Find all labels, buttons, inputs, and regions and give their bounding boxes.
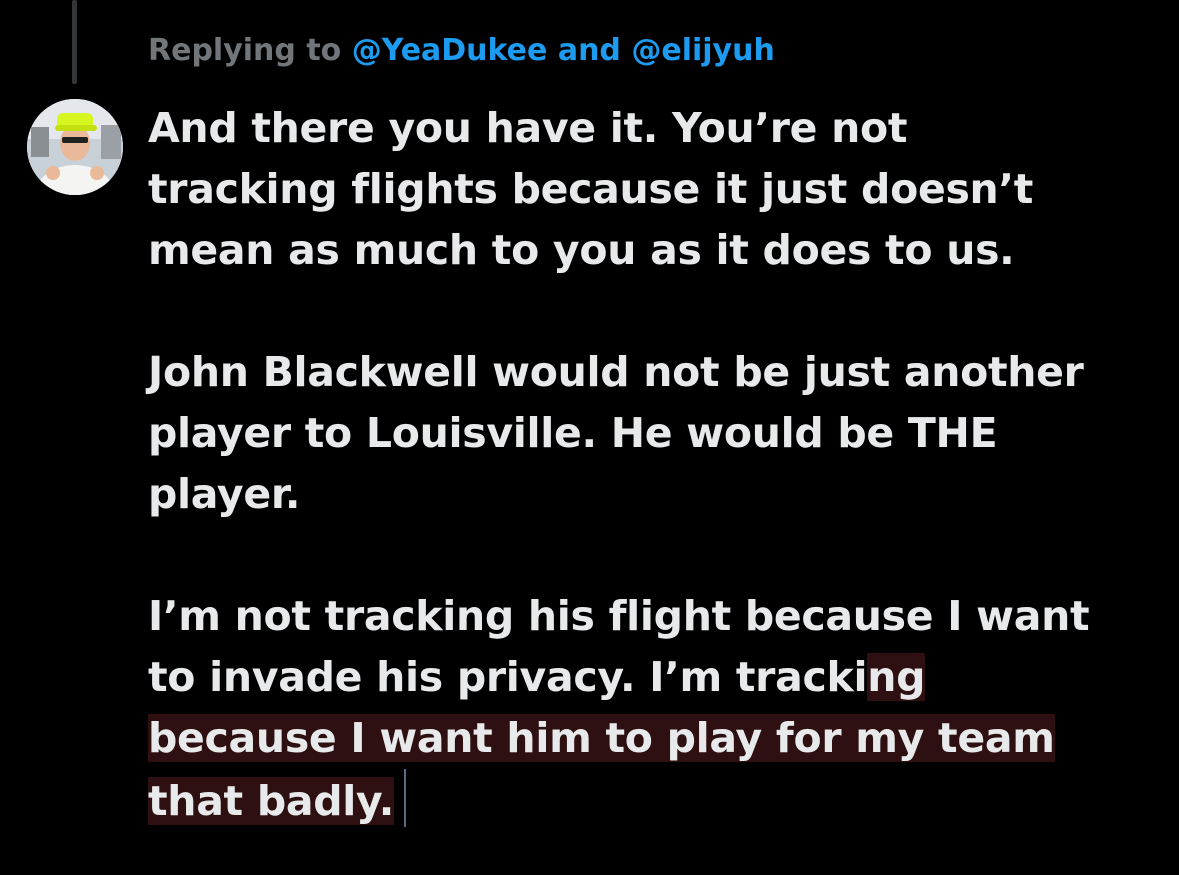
tweet-line: to invade his privacy. I’m tracking	[148, 647, 1158, 708]
replying-to-label: Replying to	[148, 33, 352, 68]
tweet-paragraph: I’m not tracking his flight because I wa…	[148, 586, 1158, 832]
tweet-line: I’m not tracking his flight because I wa…	[148, 592, 1090, 640]
avatar[interactable]	[27, 99, 123, 195]
tweet-line: because I want him to play for my team	[148, 708, 1158, 769]
tweet-line: mean as much to you as it does to us.	[148, 226, 1015, 274]
tweet-line: that badly.	[148, 769, 1158, 832]
tweet-line: player to Louisville. He would be THE	[148, 409, 998, 457]
replying-to-joiner: and	[547, 33, 632, 68]
mention-link-yeadukee[interactable]: @YeaDukee	[352, 33, 548, 68]
mention-link-elijyuh[interactable]: @elijyuh	[631, 33, 774, 68]
tweet-line: John Blackwell would not be just another	[148, 348, 1084, 396]
profile-photo-icon	[27, 99, 123, 195]
thread-connector-line	[72, 0, 77, 84]
tweet-paragraph: John Blackwell would not be just another…	[148, 342, 1158, 525]
tweet-line: And there you have it. You’re not	[148, 104, 908, 152]
tweet-line: player.	[148, 470, 301, 518]
tweet-line: tracking flights because it just doesn’t	[148, 165, 1034, 213]
tweet-paragraph: And there you have it. You’re not tracki…	[148, 98, 1158, 281]
text-selection-highlight[interactable]: that badly.	[148, 777, 394, 825]
tweet-text-unselected: to invade his privacy. I’m tracki	[148, 653, 868, 701]
text-cursor	[403, 769, 406, 827]
tweet-text: And there you have it. You’re not tracki…	[148, 98, 1158, 832]
text-selection-highlight[interactable]: because I want him to play for my team	[148, 714, 1055, 762]
replying-to-line: Replying to @YeaDukee and @elijyuh	[148, 28, 775, 74]
text-selection-highlight[interactable]: ng	[867, 653, 925, 701]
